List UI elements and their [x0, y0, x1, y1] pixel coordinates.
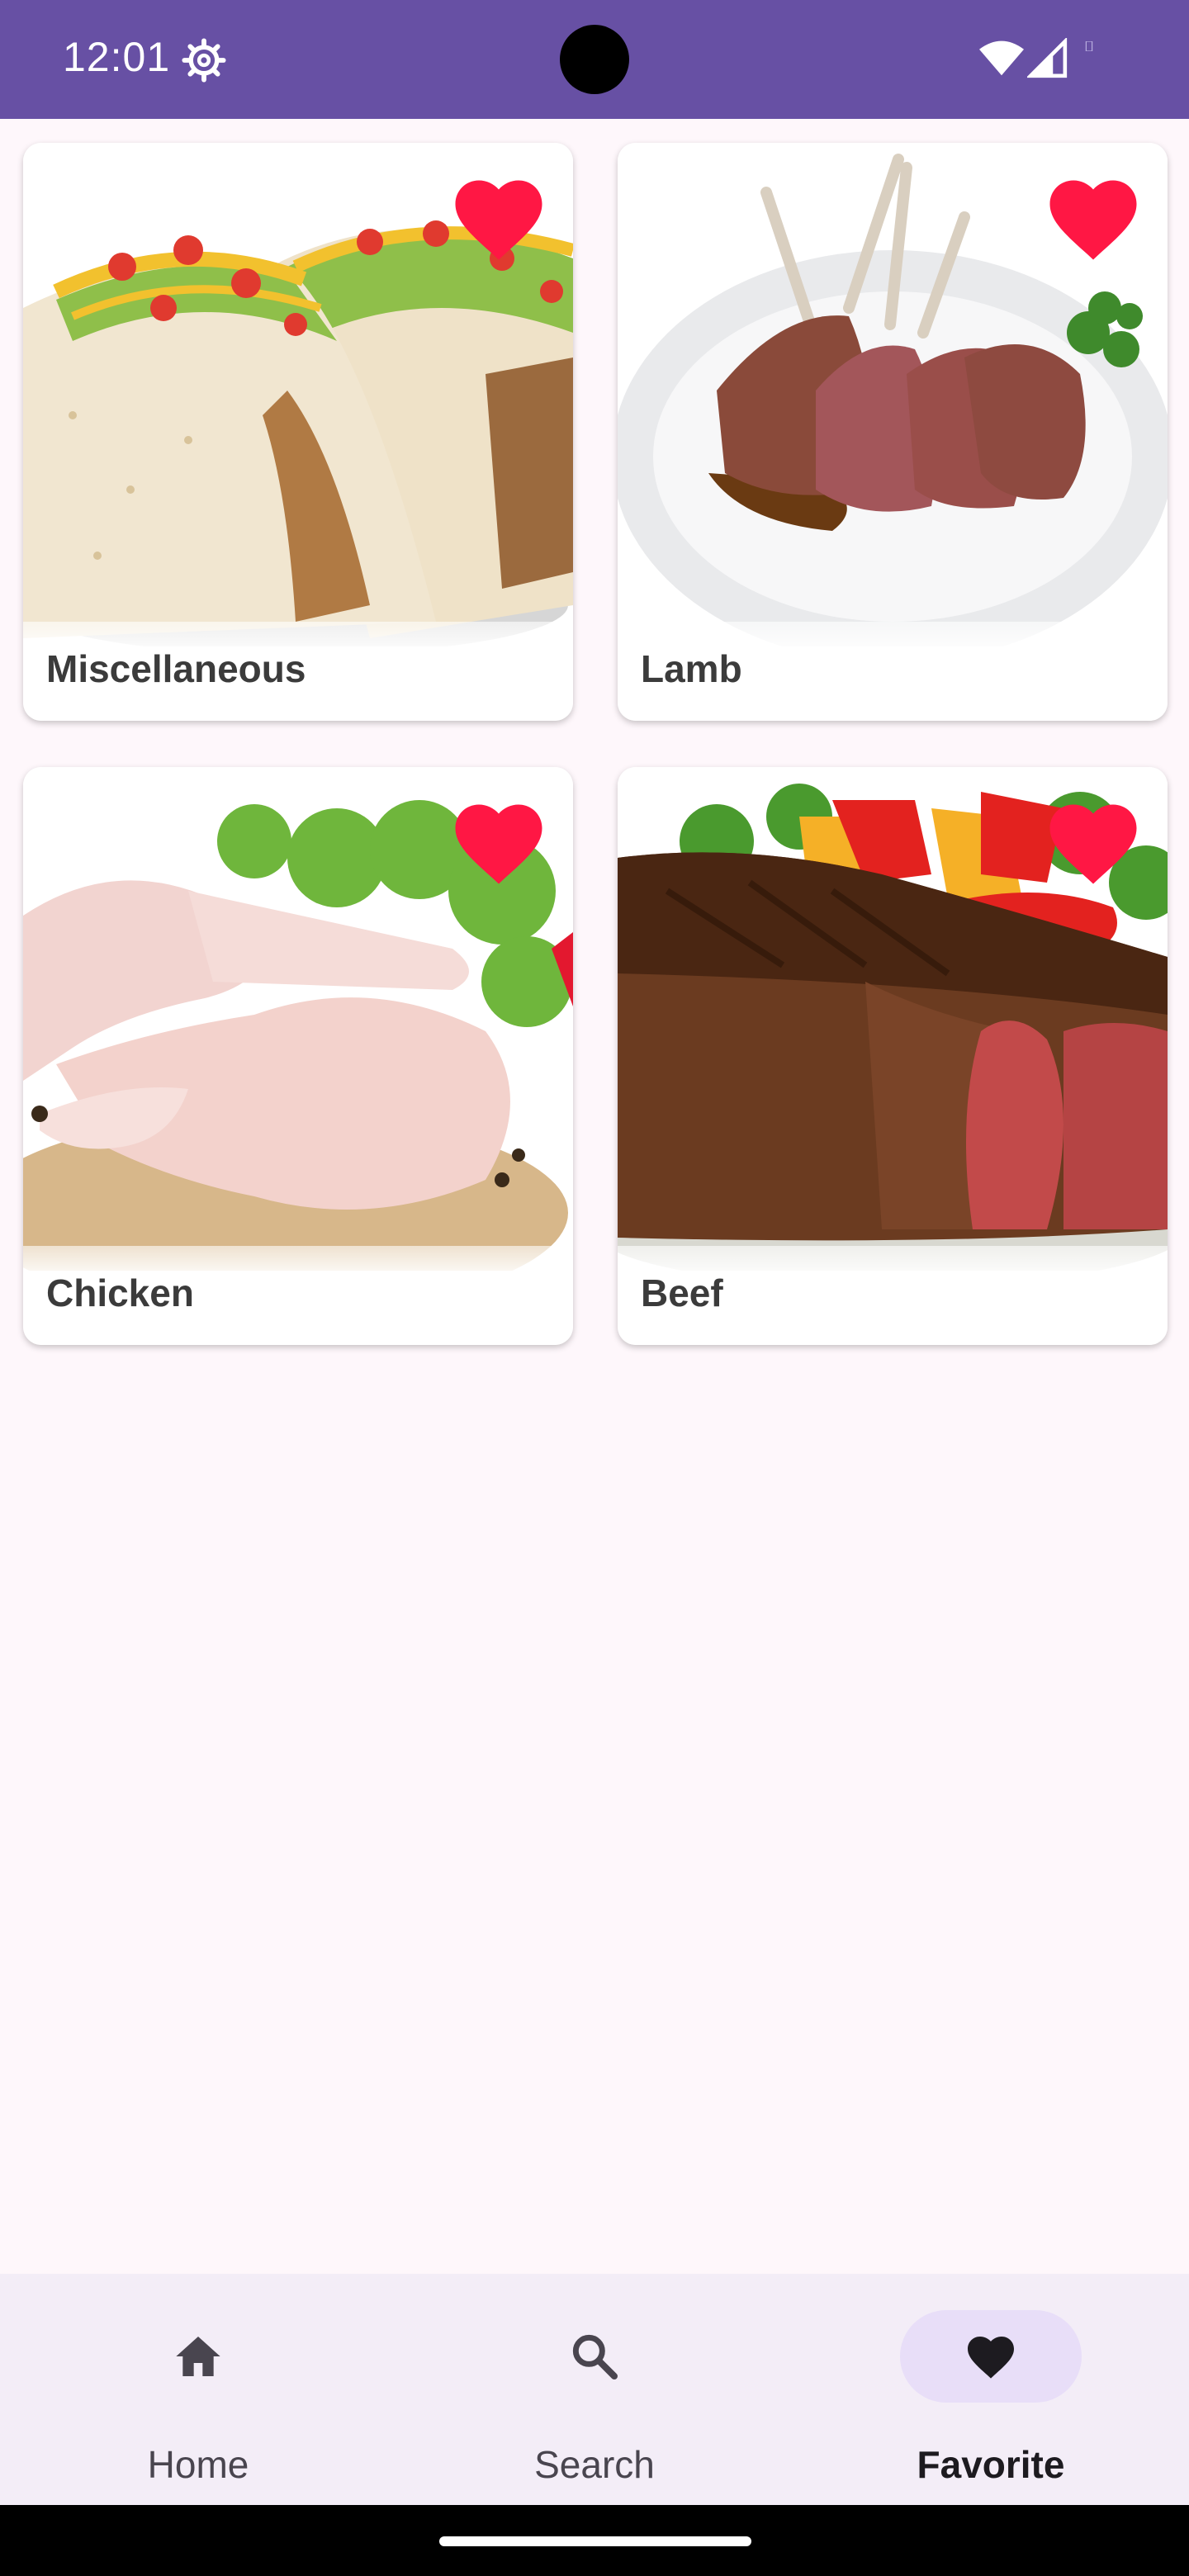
- favorite-heart-icon[interactable]: [449, 171, 548, 262]
- category-label: Chicken: [46, 1271, 194, 1314]
- category-label: Beef: [641, 1271, 723, 1314]
- category-card-chicken[interactable]: Chicken: [23, 767, 573, 1345]
- heart-icon: [968, 2337, 1014, 2379]
- status-time: 12:01: [63, 34, 171, 80]
- camera-cutout: [560, 25, 629, 94]
- category-card-miscellaneous[interactable]: Miscellaneous: [23, 143, 573, 721]
- category-label: Lamb: [641, 647, 742, 690]
- home-icon: [176, 2337, 220, 2376]
- nav-label-search: Search: [534, 2443, 655, 2486]
- wifi-icon: [979, 40, 1024, 76]
- status-bar: 12:01: [0, 0, 1189, 119]
- search-icon: [572, 2334, 618, 2379]
- nav-active-indicator: [900, 2310, 1082, 2403]
- gesture-handle[interactable]: [439, 2536, 751, 2546]
- settings-gear-icon: [182, 38, 226, 83]
- bottom-navigation: Home Search Favorite: [0, 2274, 1189, 2505]
- category-card-beef[interactable]: Beef: [618, 767, 1168, 1345]
- battery-icon: [1085, 41, 1093, 51]
- favorite-heart-icon[interactable]: [1044, 171, 1143, 262]
- favorite-heart-icon[interactable]: [1044, 795, 1143, 886]
- nav-label-favorite: Favorite: [917, 2443, 1065, 2486]
- signal-icon: [1027, 38, 1068, 78]
- nav-item-home[interactable]: Home: [0, 2274, 396, 2505]
- category-label: Miscellaneous: [46, 647, 306, 690]
- nav-item-search[interactable]: Search: [396, 2274, 793, 2505]
- favorite-heart-icon[interactable]: [449, 795, 548, 886]
- system-gesture-bar: [0, 2505, 1189, 2576]
- nav-item-favorite[interactable]: Favorite: [793, 2274, 1189, 2505]
- nav-label-home: Home: [147, 2443, 249, 2486]
- category-card-lamb[interactable]: Lamb: [618, 143, 1168, 721]
